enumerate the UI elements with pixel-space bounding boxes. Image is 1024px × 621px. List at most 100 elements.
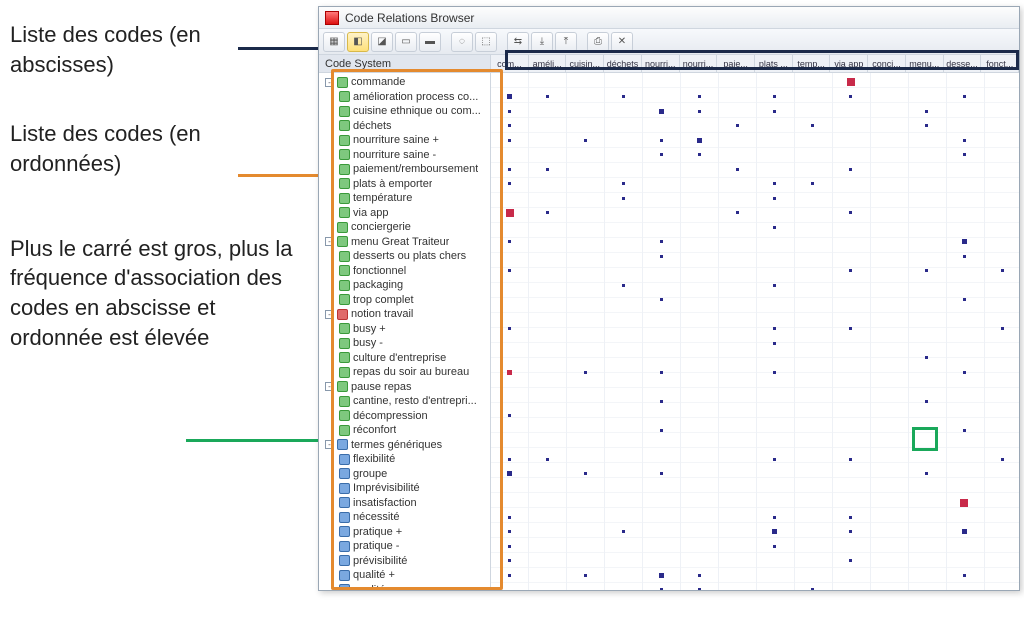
relation-cell[interactable] [508,139,511,142]
relation-cell[interactable] [697,138,702,143]
relation-cell[interactable] [660,400,663,403]
relation-cell[interactable] [507,370,512,375]
relation-cell[interactable] [584,139,587,142]
tool-5[interactable]: ▬ [419,32,441,52]
relation-cell[interactable] [546,95,549,98]
relation-cell[interactable] [849,269,852,272]
relation-cell[interactable] [698,588,701,590]
relation-cell[interactable] [773,284,776,287]
tool-10[interactable]: ⤒ [555,32,577,52]
relation-cell[interactable] [622,197,625,200]
relation-cell[interactable] [1001,269,1004,272]
relation-cell[interactable] [508,182,511,185]
relation-cell[interactable] [925,124,928,127]
relation-cell[interactable] [659,573,664,578]
relation-cell[interactable] [925,269,928,272]
relation-cell[interactable] [660,255,663,258]
relation-cell[interactable] [508,124,511,127]
relation-cell[interactable] [546,168,549,171]
relation-cell[interactable] [773,197,776,200]
relation-cell[interactable] [698,110,701,113]
relation-cell[interactable] [773,545,776,548]
relation-cell[interactable] [508,110,511,113]
tool-12[interactable]: ✕ [611,32,633,52]
relation-cell[interactable] [925,110,928,113]
relation-cell[interactable] [962,529,967,534]
relation-cell[interactable] [811,588,814,590]
relation-cell[interactable] [584,472,587,475]
relation-cell[interactable] [659,109,664,114]
relation-cell[interactable] [773,327,776,330]
relation-cell[interactable] [849,95,852,98]
relation-cell[interactable] [773,342,776,345]
relation-cell[interactable] [1001,327,1004,330]
relation-cell[interactable] [963,298,966,301]
relation-cell[interactable] [849,530,852,533]
relation-cell[interactable] [660,153,663,156]
relation-cell[interactable] [849,327,852,330]
tool-3[interactable]: ◪ [371,32,393,52]
relation-cell[interactable] [507,471,512,476]
relation-cell[interactable] [698,95,701,98]
tool-1[interactable]: ▦ [323,32,345,52]
relation-cell[interactable] [622,284,625,287]
relation-cell[interactable] [849,559,852,562]
relation-cell[interactable] [849,168,852,171]
relation-cell[interactable] [811,182,814,185]
relation-cell[interactable] [925,472,928,475]
relation-cell[interactable] [508,327,511,330]
relation-cell[interactable] [849,516,852,519]
relation-cell[interactable] [660,429,663,432]
tool-8[interactable]: ⇆ [507,32,529,52]
relation-cell[interactable] [963,255,966,258]
relation-cell[interactable] [925,400,928,403]
relation-cell[interactable] [963,371,966,374]
relation-cell[interactable] [508,240,511,243]
relation-cell[interactable] [849,458,852,461]
relation-cell[interactable] [773,371,776,374]
relation-cell[interactable] [772,529,777,534]
relation-cell[interactable] [736,168,739,171]
relation-cell[interactable] [773,516,776,519]
relation-cell[interactable] [507,94,512,99]
relation-cell[interactable] [963,153,966,156]
relation-cell[interactable] [811,124,814,127]
relation-cell[interactable] [508,574,511,577]
relation-cell[interactable] [963,95,966,98]
relation-cell[interactable] [508,559,511,562]
relation-cell[interactable] [773,458,776,461]
relation-cell[interactable] [660,298,663,301]
tool-2[interactable]: ◧ [347,32,369,52]
relation-cell[interactable] [773,226,776,229]
relation-cell[interactable] [847,78,855,86]
relation-cell[interactable] [622,530,625,533]
tool-9[interactable]: ⤓ [531,32,553,52]
relation-cell[interactable] [736,124,739,127]
relation-cell[interactable] [736,211,739,214]
relation-cell[interactable] [925,356,928,359]
relation-cell[interactable] [622,182,625,185]
relation-cell[interactable] [963,574,966,577]
relation-cell[interactable] [962,239,967,244]
relation-cell[interactable] [508,414,511,417]
relation-cell[interactable] [773,182,776,185]
relation-cell[interactable] [849,211,852,214]
relation-cell[interactable] [660,472,663,475]
tool-4[interactable]: ▭ [395,32,417,52]
relation-cell[interactable] [660,371,663,374]
relation-cell[interactable] [508,530,511,533]
relation-cell[interactable] [584,574,587,577]
relation-grid[interactable] [491,73,1019,590]
relation-cell[interactable] [960,499,968,507]
tool-6[interactable]: ◌ [451,32,473,52]
relation-cell[interactable] [546,458,549,461]
tool-11[interactable]: ⎙ [587,32,609,52]
relation-cell[interactable] [506,209,514,217]
window-titlebar[interactable]: Code Relations Browser [319,7,1019,29]
relation-cell[interactable] [508,269,511,272]
relation-cell[interactable] [508,516,511,519]
relation-cell[interactable] [508,458,511,461]
relation-cell[interactable] [660,588,663,590]
relation-cell[interactable] [698,574,701,577]
relation-cell[interactable] [660,240,663,243]
